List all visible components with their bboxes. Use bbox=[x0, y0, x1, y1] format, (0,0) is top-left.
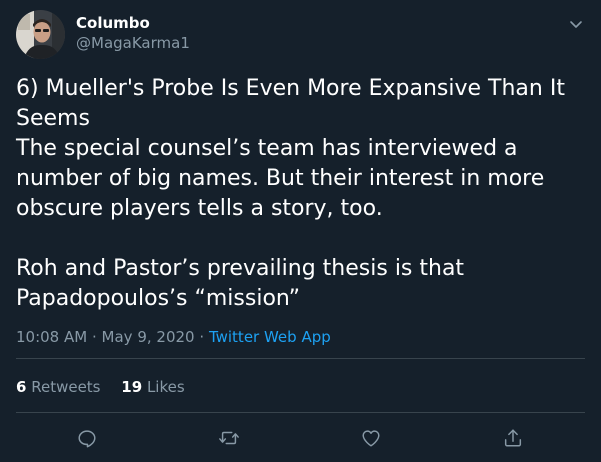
tweet-time[interactable]: 10:08 AM bbox=[16, 328, 87, 346]
tweet-blank-line bbox=[16, 224, 586, 254]
retweet-button[interactable] bbox=[218, 427, 240, 449]
user-handle[interactable]: @MagaKarma1 bbox=[76, 33, 190, 53]
tweet-meta: 10:08 AM · May 9, 2020 · Twitter Web App bbox=[16, 327, 331, 347]
retweets-label: Retweets bbox=[31, 378, 101, 396]
share-icon bbox=[504, 429, 522, 447]
retweets-count: 6 bbox=[16, 378, 27, 396]
meta-separator: · bbox=[91, 328, 97, 346]
avatar[interactable] bbox=[16, 10, 65, 59]
tweet-line: The special counsel’s team has interview… bbox=[16, 136, 545, 221]
chevron-down-icon[interactable] bbox=[566, 14, 586, 34]
tweet-line: 6) Mueller's Probe Is Even More Expansiv… bbox=[16, 76, 565, 131]
tweet-source-link[interactable]: Twitter Web App bbox=[209, 328, 331, 346]
likes-label: Likes bbox=[146, 378, 185, 396]
reply-icon bbox=[78, 430, 96, 448]
tweet-date[interactable]: May 9, 2020 bbox=[102, 328, 195, 346]
divider bbox=[16, 412, 585, 413]
likes-stat[interactable]: 19 Likes bbox=[121, 377, 184, 397]
avatar-photo bbox=[16, 10, 65, 59]
heart-icon bbox=[362, 430, 380, 447]
reply-button[interactable] bbox=[76, 427, 98, 449]
retweet-icon bbox=[219, 431, 239, 445]
tweet-line: Roh and Pastor’s prevailing thesis is th… bbox=[16, 256, 465, 311]
tweet-actions bbox=[0, 427, 601, 449]
likes-count: 19 bbox=[121, 378, 143, 396]
user-name[interactable]: Columbo bbox=[76, 13, 150, 33]
tweet-stats: 6 Retweets 19 Likes bbox=[16, 377, 185, 397]
meta-separator: · bbox=[199, 328, 205, 346]
like-button[interactable] bbox=[360, 427, 382, 449]
tweet-text: 6) Mueller's Probe Is Even More Expansiv… bbox=[16, 74, 586, 314]
divider bbox=[16, 358, 585, 359]
share-button[interactable] bbox=[502, 427, 524, 449]
retweets-stat[interactable]: 6 Retweets bbox=[16, 377, 101, 397]
